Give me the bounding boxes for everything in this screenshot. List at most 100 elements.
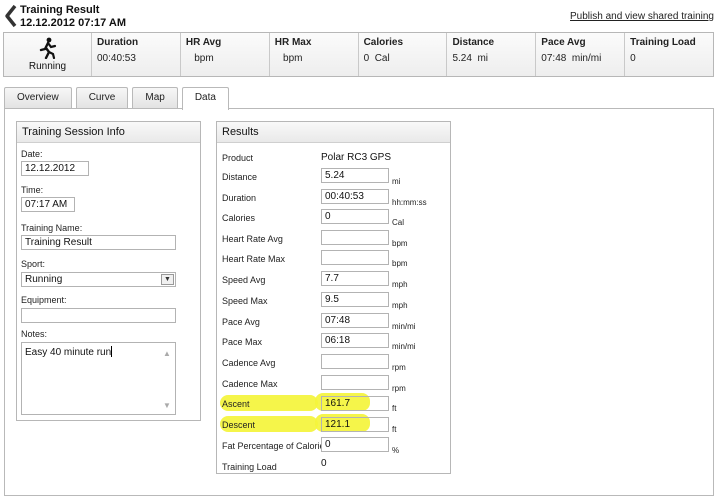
summary-label: Pace Avg	[541, 37, 586, 48]
tab-bar: Overview Curve Map Data	[4, 87, 233, 110]
training-session-info-panel: Training Session Info Date: 12.12.2012 T…	[16, 121, 201, 421]
training-name-label: Training Name:	[21, 223, 83, 233]
result-unit: min/mi	[392, 322, 416, 331]
sport-select-value: Running	[25, 274, 63, 285]
result-label: Heart Rate Max	[222, 254, 286, 264]
scroll-down-icon[interactable]: ▼	[163, 401, 173, 410]
summary-label: Calories	[363, 37, 404, 48]
notes-text: Easy 40 minute run	[25, 347, 112, 358]
date-label: Date:	[21, 149, 43, 159]
summary-calories: Calories 0 Cal	[359, 33, 448, 76]
result-unit: rpm	[392, 363, 406, 372]
result-unit: Cal	[392, 218, 405, 227]
result-label: Cadence Max	[222, 379, 278, 389]
descent-field[interactable]: 121.1	[321, 417, 389, 432]
result-label: Ascent	[222, 399, 250, 409]
summary-value: 0 Cal	[363, 53, 390, 64]
result-label: Heart Rate Avg	[222, 234, 283, 244]
result-unit: hh:mm:ss	[392, 198, 427, 207]
time-label: Time:	[21, 185, 44, 195]
summary-training-load: Training Load 0	[625, 33, 713, 76]
result-unit: mph	[392, 280, 408, 289]
runner-icon	[39, 37, 56, 59]
result-unit: rpm	[392, 384, 406, 393]
result-label: Calories	[222, 213, 256, 223]
product-value: Polar RC3 GPS	[321, 152, 392, 163]
heart-rate-max-field[interactable]	[321, 250, 389, 265]
summary-duration: Duration 00:40:53	[92, 33, 181, 76]
notes-textarea[interactable]: Easy 40 minute run ▲ ▼	[21, 342, 176, 415]
training-load-value: 0	[321, 458, 327, 469]
result-label: Pace Avg	[222, 317, 260, 327]
result-label: Pace Max	[222, 337, 263, 347]
result-label: Cadence Avg	[222, 358, 276, 368]
pace-max-field[interactable]: 06:18	[321, 333, 389, 348]
training-load-label: Training Load	[222, 462, 277, 472]
equipment-field[interactable]	[21, 308, 176, 323]
sport-label: Sport:	[21, 259, 46, 269]
summary-value: bpm	[185, 53, 214, 64]
page-title: Training Result	[20, 4, 100, 16]
tab-curve[interactable]: Curve	[75, 87, 129, 108]
training-datetime: 12.12.2012 07:17 AM	[20, 17, 126, 29]
summary-value: bpm	[274, 53, 303, 64]
training-name-field[interactable]: Training Result	[21, 235, 176, 250]
tab-overview[interactable]: Overview	[4, 87, 72, 108]
duration-field[interactable]: 00:40:53	[321, 189, 389, 204]
sport-label: Running	[28, 61, 67, 72]
summary-value: 0	[630, 53, 636, 64]
tab-map[interactable]: Map	[132, 87, 178, 108]
fat-percentage-field[interactable]: 0	[321, 437, 389, 452]
sport-summary: Running	[4, 33, 92, 76]
heart-rate-avg-field[interactable]	[321, 230, 389, 245]
result-label: Duration	[222, 193, 257, 203]
speed-max-field[interactable]: 9.5	[321, 292, 389, 307]
result-label: Speed Avg	[222, 275, 266, 285]
result-unit: ft	[392, 425, 397, 434]
results-panel: Results Product Polar RC3 GPS Distance 5…	[216, 121, 451, 474]
cadence-max-field[interactable]	[321, 375, 389, 390]
chevron-down-icon[interactable]: ▼	[161, 274, 174, 285]
summary-value: 00:40:53	[97, 53, 136, 64]
summary-bar: Running Duration 00:40:53 HR Avg bpm HR …	[3, 32, 714, 77]
summary-label: Distance	[452, 37, 495, 48]
summary-pace-avg: Pace Avg 07:48 min/mi	[536, 33, 626, 76]
summary-label: HR Avg	[185, 37, 222, 48]
date-field[interactable]: 12.12.2012	[21, 161, 89, 176]
result-unit: bpm	[392, 259, 408, 268]
result-unit: mph	[392, 301, 408, 310]
back-button[interactable]	[4, 4, 18, 28]
summary-label: Training Load	[630, 37, 696, 48]
result-label: Fat Percentage of Calories	[222, 441, 330, 451]
result-unit: ft	[392, 404, 397, 413]
speed-avg-field[interactable]: 7.7	[321, 271, 389, 286]
chevron-left-icon	[5, 4, 17, 28]
summary-label: Duration	[97, 37, 139, 48]
ascent-field[interactable]: 161.7	[321, 396, 389, 411]
product-label: Product	[222, 153, 254, 163]
tab-data[interactable]: Data	[181, 87, 229, 110]
summary-value: 07:48 min/mi	[541, 53, 602, 64]
calories-field[interactable]: 0	[321, 209, 389, 224]
result-label: Descent	[222, 420, 256, 430]
distance-field[interactable]: 5.24	[321, 168, 389, 183]
summary-hr-avg: HR Avg bpm	[181, 33, 270, 76]
cadence-avg-field[interactable]	[321, 354, 389, 369]
result-unit: mi	[392, 177, 401, 186]
panel-title: Results	[217, 122, 450, 143]
summary-label: HR Max	[274, 37, 312, 48]
notes-label: Notes:	[21, 329, 48, 339]
summary-distance: Distance 5.24 mi	[447, 33, 537, 76]
summary-hr-max: HR Max bpm	[270, 33, 359, 76]
result-unit: min/mi	[392, 342, 416, 351]
scroll-up-icon[interactable]: ▲	[163, 349, 173, 358]
time-field[interactable]: 07:17 AM	[21, 197, 75, 212]
text-caret	[111, 346, 113, 357]
sport-select[interactable]: Running ▼	[21, 272, 176, 287]
equipment-label: Equipment:	[21, 295, 67, 305]
publish-shared-training-link[interactable]: Publish and view shared training	[570, 11, 714, 22]
result-unit: bpm	[392, 239, 408, 248]
pace-avg-field[interactable]: 07:48	[321, 313, 389, 328]
result-label: Speed Max	[222, 296, 268, 306]
result-label: Distance	[222, 172, 258, 182]
